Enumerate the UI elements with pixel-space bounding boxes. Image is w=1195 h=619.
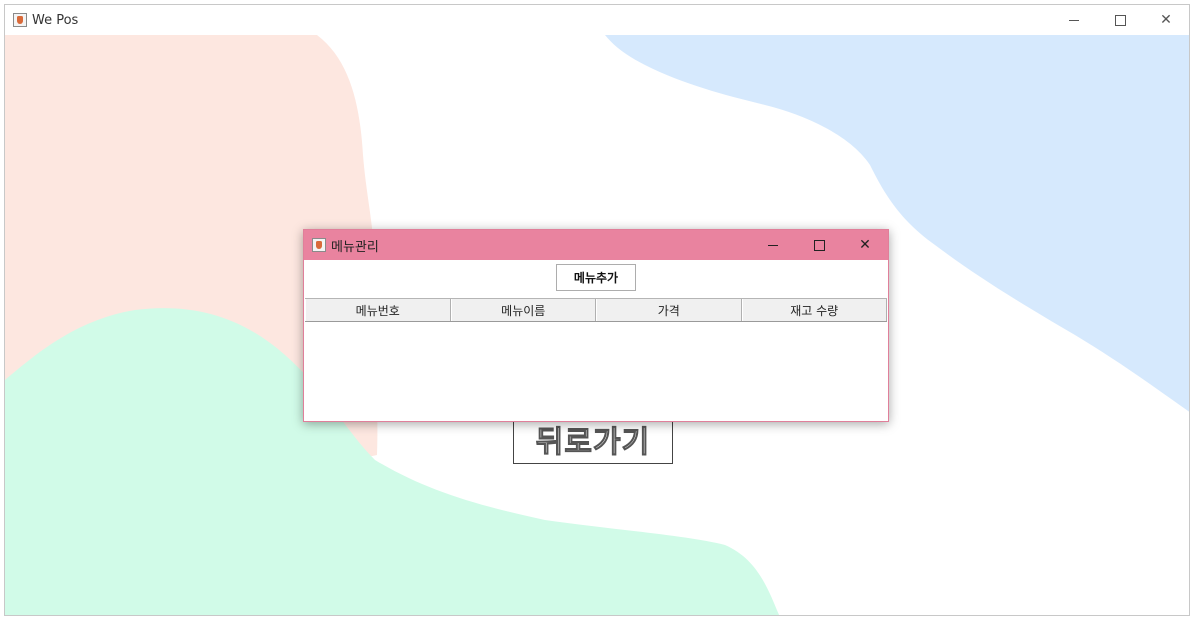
column-header-stock-quantity[interactable]: 재고 수량	[741, 299, 887, 321]
minimize-icon	[1069, 19, 1079, 21]
add-menu-button[interactable]: 메뉴추가	[556, 264, 636, 291]
dialog-minimize-button[interactable]	[750, 230, 796, 260]
menu-table[interactable]: 메뉴번호 메뉴이름 가격 재고 수량	[305, 298, 887, 421]
table-header: 메뉴번호 메뉴이름 가격 재고 수량	[305, 299, 887, 322]
close-icon: ✕	[859, 237, 871, 253]
dialog-maximize-button[interactable]	[796, 230, 842, 260]
dialog-window-controls: ✕	[750, 230, 888, 260]
dialog-titlebar[interactable]: 메뉴관리 ✕	[304, 230, 888, 260]
back-button[interactable]: 뒤로가기	[513, 420, 673, 464]
window-title: We Pos	[32, 12, 79, 28]
column-header-menu-name[interactable]: 메뉴이름	[450, 299, 596, 321]
menu-management-dialog: 메뉴관리 ✕ 메뉴추가 메뉴번호 메뉴이름 가격 재고 수량	[303, 229, 889, 422]
dialog-title: 메뉴관리	[331, 239, 379, 255]
java-cup-icon	[13, 13, 27, 27]
column-header-price[interactable]: 가격	[596, 299, 742, 321]
dialog-body: 메뉴추가 메뉴번호 메뉴이름 가격 재고 수량	[304, 260, 888, 422]
column-header-menu-number[interactable]: 메뉴번호	[305, 299, 451, 321]
window-controls: ✕	[1051, 5, 1189, 35]
back-button-label: 뒤로가기	[535, 425, 651, 461]
dialog-close-button[interactable]: ✕	[842, 230, 888, 260]
minimize-icon	[768, 244, 778, 246]
close-icon: ✕	[1160, 12, 1172, 28]
minimize-button[interactable]	[1051, 5, 1097, 35]
table-body[interactable]	[305, 322, 887, 421]
maximize-icon	[1114, 14, 1126, 26]
maximize-button[interactable]	[1097, 5, 1143, 35]
close-button[interactable]: ✕	[1143, 5, 1189, 35]
maximize-icon	[813, 239, 825, 251]
java-cup-icon	[312, 238, 326, 252]
main-titlebar[interactable]: We Pos ✕	[5, 5, 1189, 35]
